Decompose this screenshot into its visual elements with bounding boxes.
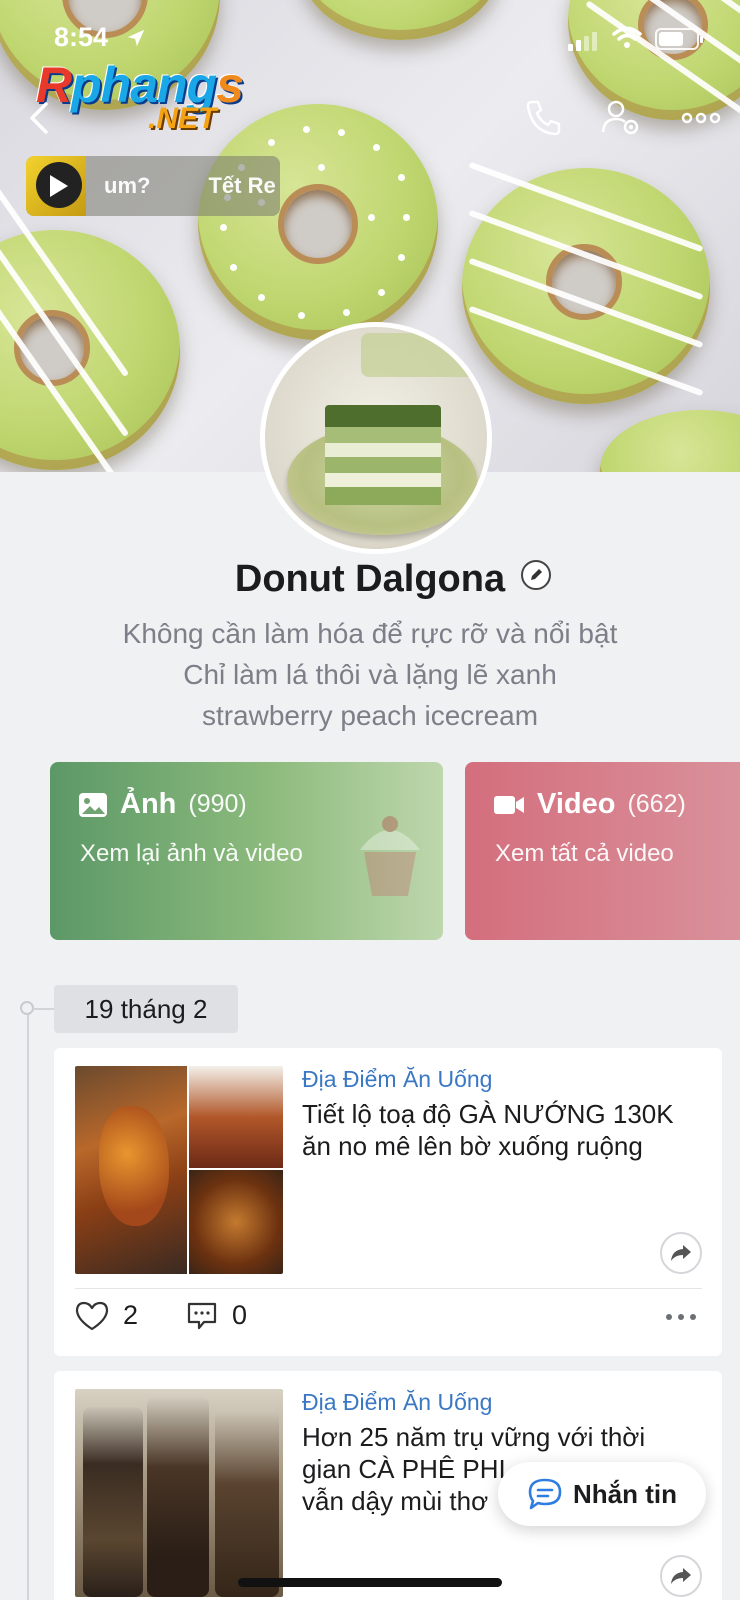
status-time: 8:54 [54,22,109,52]
watermark-logo: Rphangs .NET [36,57,244,135]
music-title-snippet: Tết Re [208,173,276,198]
post-more-icon[interactable] [666,1314,696,1320]
photos-card[interactable]: Ảnh (990) Xem lại ảnh và video [50,762,443,940]
heart-icon [75,1301,109,1330]
comment-icon [187,1302,217,1329]
phone-call-icon[interactable] [522,98,564,138]
share-button[interactable] [660,1232,702,1274]
message-button-label: Nhắn tin [573,1478,677,1509]
profile-settings-icon[interactable] [600,98,642,138]
timeline-date-chip: 19 tháng 2 [54,985,238,1033]
photo-gallery-icon [79,792,107,817]
message-button[interactable]: Nhắn tin [498,1462,706,1526]
timeline-connector [33,1008,55,1010]
wifi-icon [612,26,642,48]
pencil-icon [531,569,543,580]
cover-donut [0,168,180,472]
cover-donut [462,161,710,404]
logo-suffix: .NET [148,102,217,135]
back-chevron-icon[interactable] [22,98,58,138]
post-divider [75,1288,702,1289]
profile-avatar[interactable] [260,322,492,554]
photos-card-label: Ảnh [120,788,177,820]
profile-bio-line: Không cần làm hóa để rực rỡ và nổi bật [122,618,618,649]
profile-name-row: Donut Dalgona [0,558,740,601]
profile-bio-line: Chỉ làm lá thôi và lặng lẽ xanh [183,659,557,690]
cellular-signal-icon [568,32,597,51]
share-arrow-icon [671,1245,691,1261]
timeline-line [27,1010,29,1600]
profile-music-player[interactable]: um? Tết Re [26,156,280,216]
profile-name: Donut Dalgona [234,558,506,600]
videos-card-count: (662) [627,790,686,818]
like-button[interactable]: 2 [75,1300,138,1331]
home-indicator[interactable] [238,1578,502,1587]
comment-count: 0 [232,1300,248,1330]
videos-card-label: Video [537,788,616,820]
battery-icon [655,28,703,50]
post-category[interactable]: Địa Điểm Ăn Uống [302,1389,492,1416]
videos-card[interactable]: Video (662) Xem tất cả video [465,762,740,940]
post-thumbnail[interactable] [75,1389,283,1597]
comment-button[interactable]: 0 [186,1300,247,1331]
video-camera-icon [494,795,524,814]
cover-donut [600,410,740,472]
share-button[interactable] [660,1555,702,1597]
post-thumbnail-collage[interactable] [75,1066,283,1274]
cupcake-decoration [360,816,420,896]
location-arrow-icon [127,29,145,47]
chat-bubble-icon [528,1478,562,1510]
share-arrow-icon [671,1568,691,1584]
more-options-icon[interactable] [680,98,722,138]
music-title-snippet: um? [104,173,151,198]
music-thumbnail [26,156,86,216]
profile-bio-line: strawberry peach icecream [201,700,539,731]
photos-card-subtitle: Xem lại ảnh và video [80,840,303,867]
post-category[interactable]: Địa Điểm Ăn Uống [302,1066,492,1093]
play-icon[interactable] [50,175,68,197]
videos-card-subtitle: Xem tất cả video [495,840,674,867]
edit-name-button[interactable] [521,560,552,590]
photos-card-count: (990) [188,790,247,818]
timeline-post[interactable]: Địa Điểm Ăn Uống Tiết lộ toạ độ GÀ NƯỚNG… [54,1048,722,1356]
like-count: 2 [123,1300,139,1330]
timeline-dot [20,1001,34,1015]
post-headline[interactable]: Tiết lộ toạ độ GÀ NƯỚNG 130K ăn no mê lê… [302,1098,702,1162]
cover-donut [300,0,500,40]
